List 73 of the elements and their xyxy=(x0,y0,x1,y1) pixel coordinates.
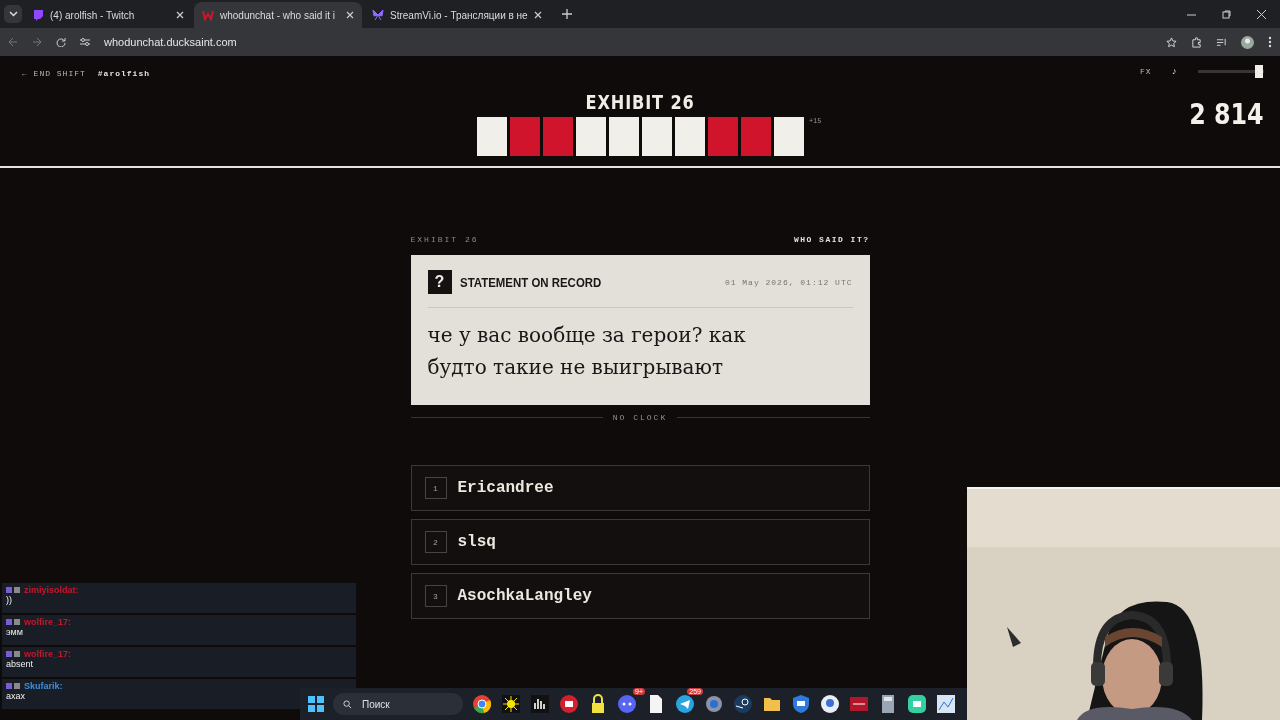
browser-tab[interactable]: whodunchat - who said it i xyxy=(194,2,362,28)
quote-text: че у вас вообще за герои? как будто такие не выигрывают xyxy=(427,322,747,381)
chat-text: эмм xyxy=(6,627,24,637)
timer-label: NO CLOCK xyxy=(612,413,668,422)
search-field[interactable]: Поиск xyxy=(333,693,463,715)
chat-text: absent xyxy=(6,659,35,669)
media-icon[interactable] xyxy=(1216,36,1227,48)
prompt-label: WHO SAID IT? xyxy=(793,235,870,244)
music-toggle[interactable]: ♪ xyxy=(1171,66,1178,77)
option-name: Ericandree xyxy=(457,479,554,497)
new-tab-icon[interactable] xyxy=(561,9,572,19)
chat-app-icon[interactable] xyxy=(617,694,637,714)
answer-option[interactable]: 3 AsochkaLangley xyxy=(410,573,870,619)
chart-app-icon[interactable] xyxy=(936,694,956,714)
browser-tab[interactable]: (4) arolfish - Twitch xyxy=(24,2,192,28)
restore-icon[interactable] xyxy=(1222,9,1231,19)
close-icon[interactable] xyxy=(1257,9,1266,19)
chat-username: Skufarik: xyxy=(24,681,63,691)
badge-icon xyxy=(6,650,22,658)
site-settings-icon[interactable] xyxy=(80,37,90,47)
avatar-icon[interactable] xyxy=(1241,35,1254,49)
close-icon[interactable] xyxy=(346,11,354,19)
browser-tab[interactable]: StreamVi.io - Трансляции в не xyxy=(364,2,550,28)
slider-thumb[interactable] xyxy=(1255,65,1264,78)
option-number: 3 xyxy=(424,585,447,607)
butterfly-icon xyxy=(372,9,384,21)
start-icon[interactable] xyxy=(308,696,324,712)
reload-icon[interactable] xyxy=(56,37,66,47)
timestamp: 01 May 2026, 01:12 UTC xyxy=(724,277,853,287)
option-number: 1 xyxy=(424,477,447,499)
chat-text: axax xyxy=(6,691,26,701)
option-number: 2 xyxy=(424,531,447,553)
badge-icon xyxy=(6,682,22,690)
menu-icon[interactable] xyxy=(1268,36,1272,48)
tab-search-button[interactable] xyxy=(4,5,22,23)
chat-username: zimiyisoldat: xyxy=(24,585,79,595)
caret-icon xyxy=(8,11,18,17)
answer-option[interactable]: 2 slsq xyxy=(410,519,870,565)
back-icon[interactable] xyxy=(8,37,18,47)
chat-username: wolfire_17: xyxy=(24,649,72,659)
question-badge: ? xyxy=(427,270,452,294)
ring-icon[interactable] xyxy=(472,694,492,714)
gear-icon[interactable] xyxy=(704,694,724,714)
channel-name: #arolfish xyxy=(97,69,151,78)
card-title: STATEMENT ON RECORD xyxy=(459,274,601,290)
exhibit-title: EXHIBIT 26 xyxy=(585,91,695,113)
equalizer-icon[interactable] xyxy=(530,694,550,714)
option-name: slsq xyxy=(457,533,496,551)
chat-username: wolfire_17: xyxy=(24,617,72,627)
twitch-icon xyxy=(32,9,44,21)
badge-icon xyxy=(6,586,22,594)
close-icon[interactable] xyxy=(176,11,184,19)
exhibit-label: EXHIBIT 26 xyxy=(410,235,479,244)
w-logo-icon xyxy=(202,9,214,21)
bubble-app-icon[interactable] xyxy=(820,694,840,714)
paper-plane-icon[interactable] xyxy=(675,694,695,714)
fx-toggle[interactable]: FX xyxy=(1140,67,1152,76)
end-shift-link[interactable]: ← END SHIFT xyxy=(22,69,86,78)
record-app-icon[interactable] xyxy=(559,694,579,714)
star-icon[interactable] xyxy=(1166,36,1177,48)
shield-icon[interactable] xyxy=(791,694,811,714)
chat-text: )) xyxy=(6,595,13,605)
app-icon[interactable] xyxy=(849,694,869,714)
option-name: AsochkaLangley xyxy=(457,587,592,605)
search-icon xyxy=(343,699,352,709)
badge-icon xyxy=(6,618,22,626)
close-icon[interactable] xyxy=(533,11,542,19)
score: 2 814 xyxy=(1189,98,1264,131)
address-field[interactable]: whodunchat.ducksaint.com xyxy=(104,36,237,48)
puzzle-icon[interactable] xyxy=(1191,36,1202,48)
answer-option[interactable]: 1 Ericandree xyxy=(410,465,870,511)
forward-icon[interactable] xyxy=(32,37,42,47)
sunburst-icon[interactable] xyxy=(501,694,521,714)
